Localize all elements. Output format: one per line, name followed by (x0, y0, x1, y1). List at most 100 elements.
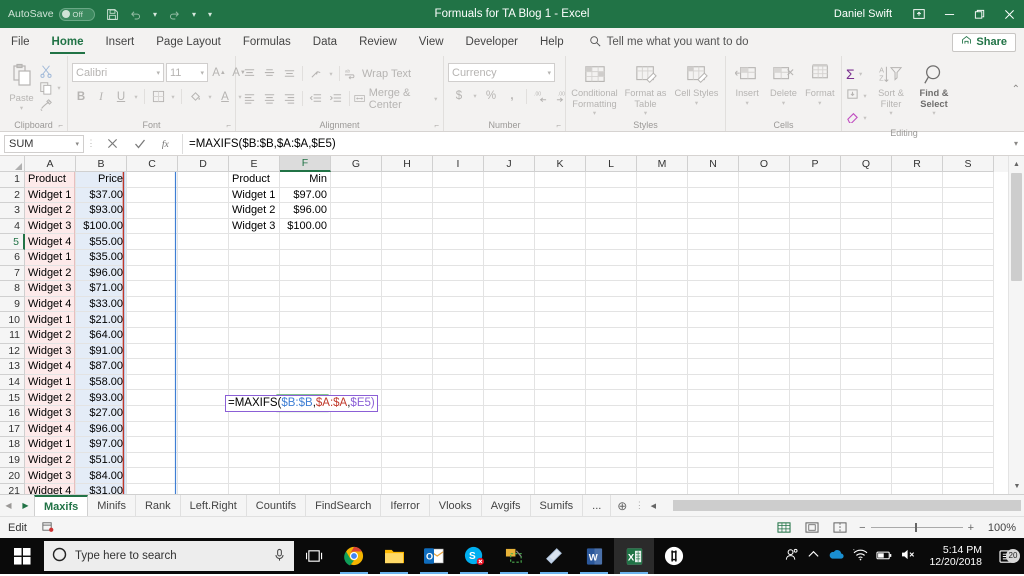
percent-format-button[interactable]: % (482, 87, 500, 105)
cell-N1[interactable] (688, 172, 739, 188)
zoom-slider[interactable]: − + (859, 522, 974, 534)
cell-P19[interactable] (790, 452, 841, 469)
cell-R15[interactable] (892, 390, 943, 406)
sticky-notes-icon[interactable] (534, 538, 574, 574)
cell-I13[interactable] (433, 359, 484, 375)
wrap-text-icon[interactable]: ab (344, 65, 358, 83)
cell-P7[interactable] (790, 265, 841, 282)
sheet-tab-sumifs[interactable]: Sumifs (531, 495, 584, 516)
row-header-14[interactable]: 14 (0, 374, 25, 391)
cell-K11[interactable] (535, 327, 586, 344)
cell-P12[interactable] (790, 343, 841, 360)
row-header-7[interactable]: 7 (0, 265, 25, 282)
sheet-tab-rank[interactable]: Rank (136, 495, 181, 516)
cell-Q14[interactable] (841, 374, 892, 391)
autosum-button[interactable]: Σ ▾ (846, 64, 869, 84)
cell-O15[interactable] (739, 390, 790, 406)
cell-R16[interactable] (892, 405, 943, 422)
cell-H14[interactable] (382, 374, 433, 391)
page-layout-view-icon[interactable] (803, 520, 821, 536)
borders-icon[interactable] (149, 88, 167, 106)
cell-P16[interactable] (790, 405, 841, 422)
cell-S9[interactable] (943, 296, 994, 313)
autosave-toggle[interactable]: AutoSave Off (8, 7, 95, 21)
cell-M13[interactable] (637, 359, 688, 375)
cell-L3[interactable] (586, 203, 637, 219)
row-header-3[interactable]: 3 (0, 203, 25, 219)
row-header-15[interactable]: 15 (0, 390, 25, 406)
clear-dropdown-icon[interactable]: ▾ (861, 114, 869, 122)
cell-M11[interactable] (637, 327, 688, 344)
cell-I16[interactable] (433, 405, 484, 422)
cell-L4[interactable] (586, 218, 637, 235)
cell-B17[interactable]: $96.00 (76, 421, 127, 438)
column-header-E[interactable]: E (229, 156, 280, 172)
cell-F10[interactable] (280, 312, 331, 328)
cell-Q20[interactable] (841, 468, 892, 484)
cell-S21[interactable] (943, 483, 994, 494)
cell-D21[interactable] (178, 483, 229, 494)
cell-E17[interactable] (229, 421, 280, 438)
cell-Q2[interactable] (841, 187, 892, 204)
cell-S10[interactable] (943, 312, 994, 328)
enter-icon[interactable] (126, 133, 154, 155)
sheet-tab-vlooks[interactable]: Vlooks (430, 495, 482, 516)
cell-J3[interactable] (484, 203, 535, 219)
cell-K5[interactable] (535, 234, 586, 250)
cell-F20[interactable] (280, 468, 331, 484)
cell-Q16[interactable] (841, 405, 892, 422)
cell-Q13[interactable] (841, 359, 892, 375)
cell-M12[interactable] (637, 343, 688, 360)
cell-G8[interactable] (331, 281, 382, 297)
underline-dropdown-icon[interactable]: ▾ (132, 93, 140, 101)
cell-E6[interactable] (229, 249, 280, 266)
cell-D3[interactable] (178, 203, 229, 219)
column-header-G[interactable]: G (331, 156, 382, 172)
cell-S17[interactable] (943, 421, 994, 438)
cell-L9[interactable] (586, 296, 637, 313)
outlook-icon[interactable]: O (414, 538, 454, 574)
sheet-tab-findsearch[interactable]: FindSearch (306, 495, 382, 516)
cell-A10[interactable]: Widget 1 (25, 312, 76, 328)
cell-N16[interactable] (688, 405, 739, 422)
cell-M7[interactable] (637, 265, 688, 282)
cell-G11[interactable] (331, 327, 382, 344)
align-top-icon[interactable] (240, 65, 258, 83)
cell-R9[interactable] (892, 296, 943, 313)
cell-A3[interactable]: Widget 2 (25, 203, 76, 219)
cell-N4[interactable] (688, 218, 739, 235)
cell-E1[interactable]: Product (229, 172, 280, 188)
cell-J8[interactable] (484, 281, 535, 297)
cell-H3[interactable] (382, 203, 433, 219)
cell-E5[interactable] (229, 234, 280, 250)
cell-E2[interactable]: Widget 1 (229, 187, 280, 204)
cell-S18[interactable] (943, 437, 994, 453)
increase-decimal-icon[interactable]: .00 (532, 87, 550, 105)
cell-B20[interactable]: $84.00 (76, 468, 127, 484)
cell-M6[interactable] (637, 249, 688, 266)
cell-I19[interactable] (433, 452, 484, 469)
cell-C1[interactable] (127, 172, 178, 188)
cell-C2[interactable] (127, 187, 178, 204)
fill-color-dropdown-icon[interactable]: ▾ (206, 93, 214, 101)
cell-M21[interactable] (637, 483, 688, 494)
cell-O3[interactable] (739, 203, 790, 219)
copy-button[interactable]: ▾ (39, 80, 63, 96)
cell-M3[interactable] (637, 203, 688, 219)
cell-A12[interactable]: Widget 3 (25, 343, 76, 360)
cell-N19[interactable] (688, 452, 739, 469)
scroll-left-arrow[interactable]: ◀ (647, 502, 659, 510)
page-break-preview-icon[interactable] (831, 520, 849, 536)
cell-D6[interactable] (178, 249, 229, 266)
cell-J18[interactable] (484, 437, 535, 453)
cell-J6[interactable] (484, 249, 535, 266)
cell-R18[interactable] (892, 437, 943, 453)
row-header-18[interactable]: 18 (0, 437, 25, 453)
cell-C16[interactable] (127, 405, 178, 422)
cell-S4[interactable] (943, 218, 994, 235)
copy-dropdown-icon[interactable]: ▾ (55, 84, 63, 92)
name-box-dropdown-icon[interactable]: ▾ (75, 140, 79, 148)
cell-P3[interactable] (790, 203, 841, 219)
cell-H2[interactable] (382, 187, 433, 204)
cell-D13[interactable] (178, 359, 229, 375)
